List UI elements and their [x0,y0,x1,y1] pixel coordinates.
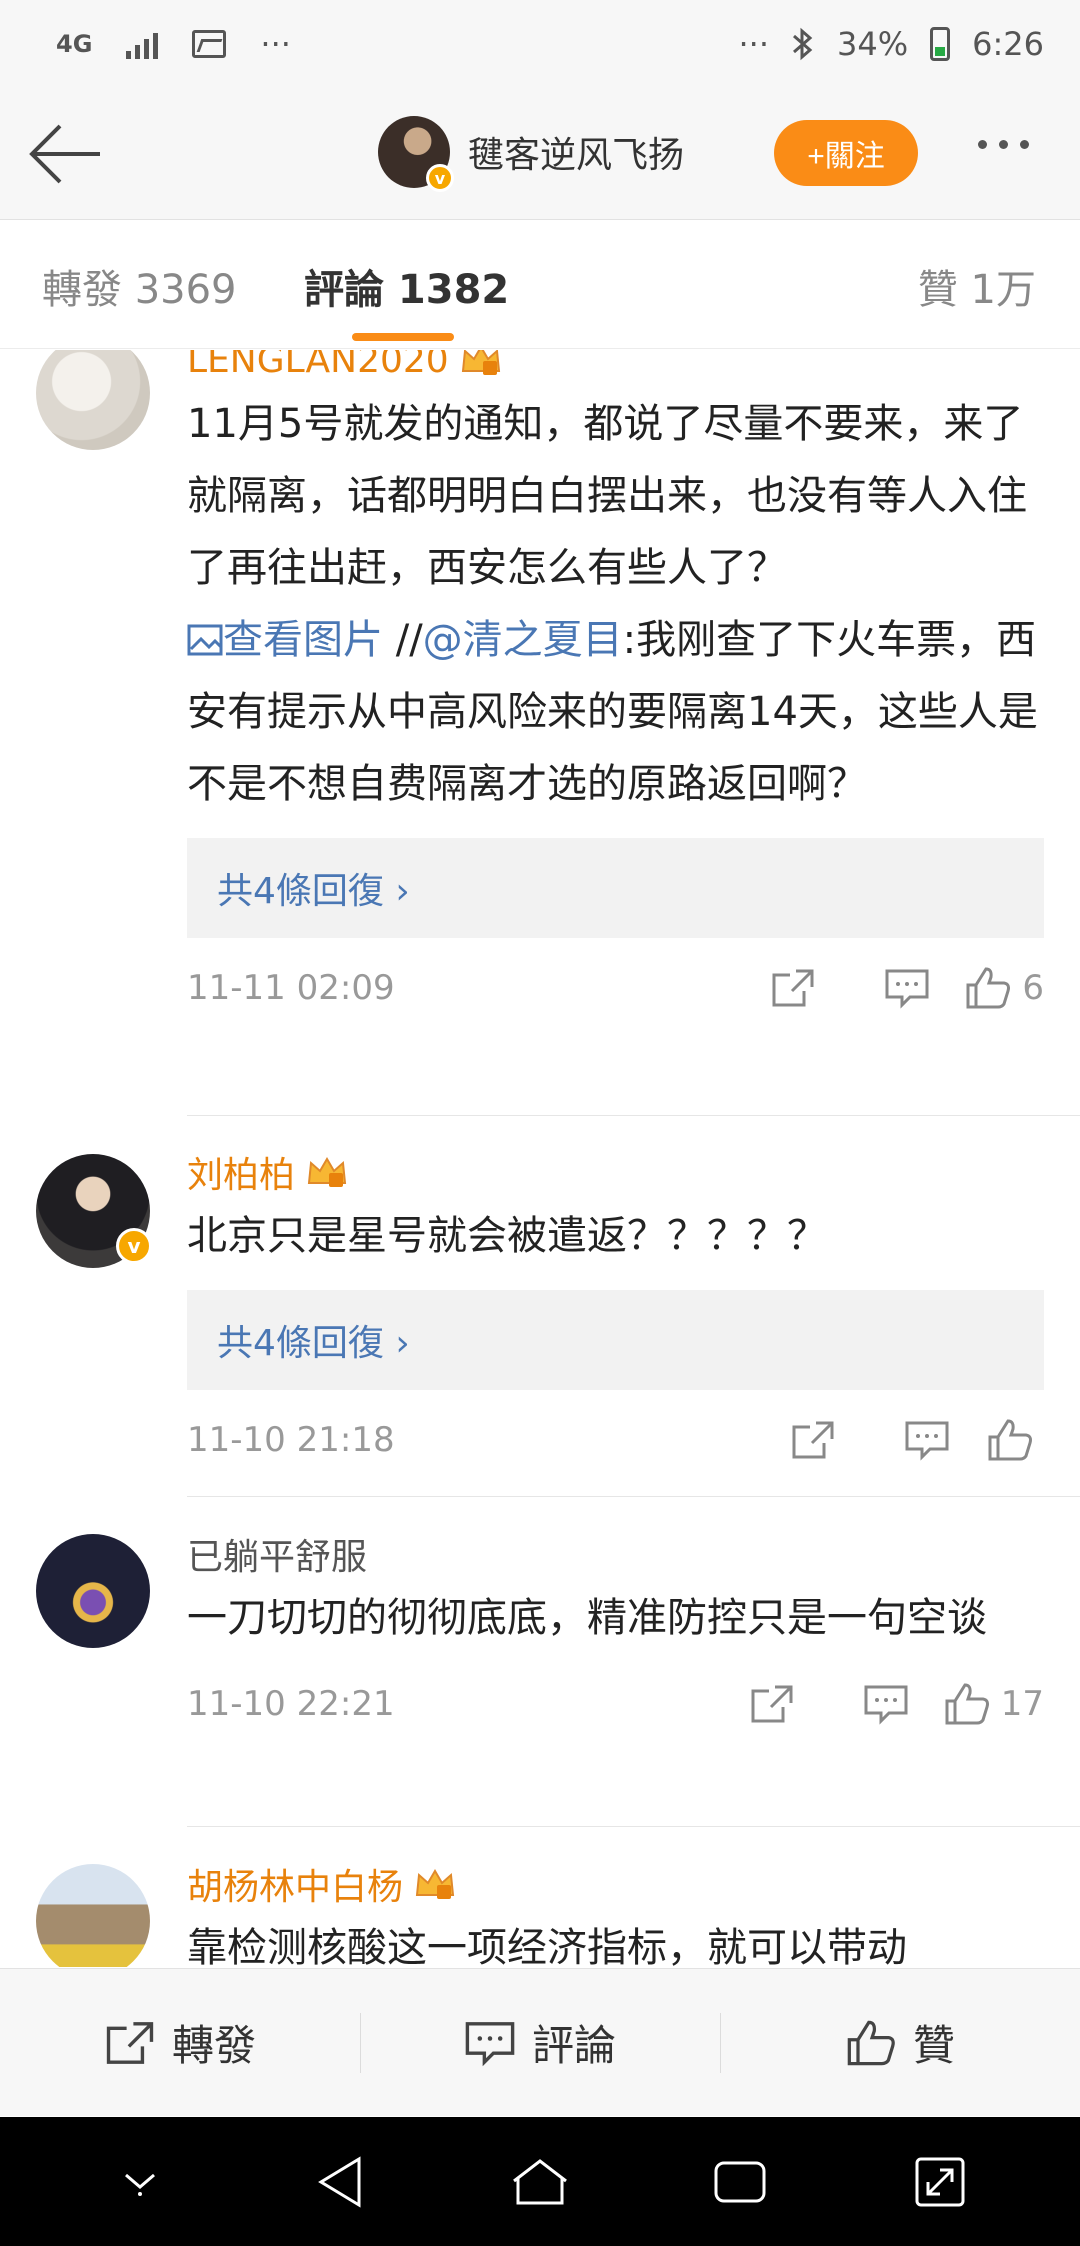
divider [187,1115,1080,1116]
share-icon[interactable] [756,1410,870,1470]
commenter-name[interactable]: 已躺平舒服 [187,1530,1044,1578]
thumbs-up-icon [988,1419,1032,1461]
mention-link[interactable]: @清之夏目 [423,617,623,663]
recent-apps-icon[interactable] [695,2137,785,2227]
commenter-avatar[interactable] [36,1534,150,1648]
battery-icon [930,27,951,61]
thumbs-up-icon [847,2020,895,2065]
commenter-avatar[interactable] [36,1864,150,1967]
battery-percent: 34% [837,25,909,63]
like-button[interactable]: 6 [964,958,1044,1018]
like-count: 17 [1000,1684,1044,1724]
member-crown-icon [461,350,500,375]
more-notifications: ··· [260,25,291,63]
like-label: 贊 [912,2021,955,2070]
commenter-name[interactable]: 刘柏柏 [187,1148,1044,1196]
author-name[interactable]: 毽客逆风飞扬 [468,126,684,178]
image-notification-icon [192,30,227,58]
expand-icon[interactable] [895,2137,985,2227]
image-link-icon [187,624,223,656]
commenter-name[interactable]: LENGLAN2020 [187,350,1044,384]
comment-label: 評論 [531,2021,616,2070]
back-icon[interactable] [295,2137,385,2227]
like-button[interactable]: 17 [943,1674,1044,1734]
comment-icon [465,2021,515,2066]
comment-meta: 11-11 02:09 6 [187,938,1044,1038]
active-tab-indicator [352,333,454,341]
tab-like[interactable]: 贊 1万 [918,257,1036,315]
comment-time: 11-11 02:09 [187,968,395,1008]
tab-repost[interactable]: 轉發 3369 [42,257,237,315]
home-icon[interactable] [495,2137,585,2227]
comment-meta: 11-10 21:18 [187,1390,1044,1490]
comment-text: 11月5号就发的通知，都说了尽量不要来，来了就隔离，话都明明白白摆出来，也没有等… [187,401,1038,807]
bottom-action-bar: 轉發 評論 贊 [0,1968,1080,2116]
repost-icon [106,2021,154,2064]
author-info[interactable]: v 毽客逆风飞扬 [378,116,684,192]
thumbs-up-icon [945,1683,989,1725]
reply-icon[interactable] [850,958,964,1018]
comment-time: 11-10 21:18 [187,1420,395,1460]
clock: 6:26 [972,25,1044,63]
thumbs-up-icon [966,967,1011,1009]
view-replies-button[interactable]: 共4條回復 › [187,1290,1044,1390]
commenter-avatar[interactable]: v [36,1154,152,1268]
comment-button[interactable]: 評論 [360,1969,720,2116]
system-nav-bar [0,2117,1080,2246]
divider [187,1496,1080,1497]
divider [187,1826,1080,1827]
comment-time: 11-10 22:21 [187,1684,395,1724]
bluetooth-icon [793,27,813,61]
repost-button[interactable]: 轉發 [0,1969,360,2116]
reply-icon[interactable] [829,1674,943,1734]
member-crown-icon [307,1157,347,1187]
verified-badge-icon: v [116,1228,152,1264]
verified-badge-icon: v [426,164,454,192]
more-options-icon[interactable] [978,140,1029,149]
header: v 毽客逆风飞扬 +關注 [0,88,1080,220]
view-image-link[interactable]: 查看图片 [223,617,383,663]
tab-comment[interactable]: 評論 1382 [304,257,509,315]
author-avatar[interactable]: v [378,116,454,192]
comment-text: 北京只是星号就会被遣返？？？？？ [187,1213,827,1259]
signal-icon [126,29,159,59]
network-type: 4G [56,30,93,58]
like-post-button[interactable]: 贊 [720,1969,1080,2116]
status-dots: ··· [738,25,770,63]
view-replies-button[interactable]: 共4條回復 › [187,838,1044,938]
status-bar: 4G ··· ··· 34% 6:26 [0,0,1080,88]
comment-text: 一刀切切的彻彻底底，精准防控只是一句空谈 [187,1595,987,1641]
member-crown-icon [415,1869,455,1899]
commenter-name[interactable]: 胡杨林中白杨 [187,1860,1044,1908]
reply-icon[interactable] [870,1410,984,1470]
back-arrow-icon[interactable] [28,122,104,186]
share-icon[interactable] [715,1674,829,1734]
comment-text: 靠检测核酸这一项经济指标，就可以带动 [187,1925,907,1967]
comment-list[interactable]: LENGLAN2020 11月5号就发的通知，都说了尽量不要来，来了就隔离，话都… [0,350,1080,1967]
follow-button[interactable]: +關注 [774,120,918,186]
repost-label: 轉發 [171,2021,256,2070]
commenter-avatar[interactable] [36,350,150,450]
chevron-down-icon[interactable] [95,2137,185,2227]
like-button[interactable] [984,1410,1044,1470]
comment-meta: 11-10 22:21 17 [187,1654,1044,1754]
like-count: 6 [1022,968,1044,1008]
share-icon[interactable] [736,958,850,1018]
tab-bar: 轉發 3369 評論 1382 贊 1万 [0,221,1080,349]
